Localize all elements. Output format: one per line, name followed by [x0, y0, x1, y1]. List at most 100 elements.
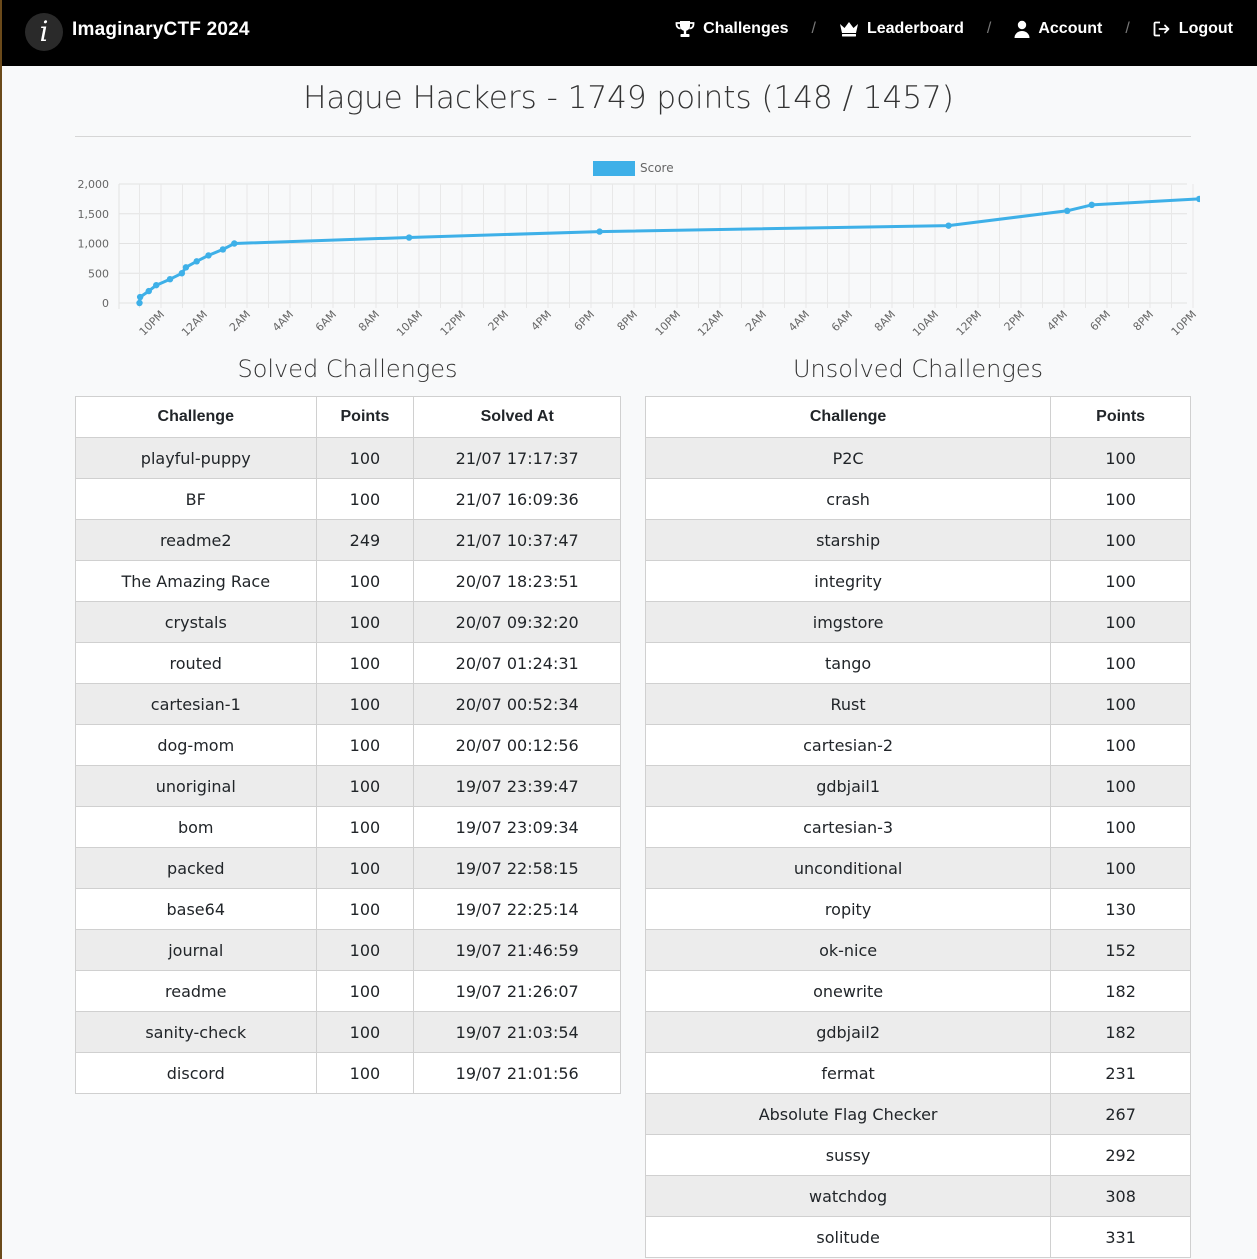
- challenge-name-cell[interactable]: onewrite: [644, 970, 1052, 1012]
- table-row[interactable]: crash 100: [644, 478, 1191, 520]
- table-row[interactable]: readme2 249 21/07 10:37:47: [75, 519, 621, 561]
- challenge-name-cell[interactable]: ok-nice: [644, 929, 1052, 971]
- challenge-name-cell[interactable]: discord: [75, 1052, 317, 1094]
- table-row[interactable]: gdbjail1 100: [644, 765, 1191, 807]
- column-header[interactable]: Challenge: [75, 396, 317, 438]
- solved-at-cell: 19/07 22:25:14: [413, 888, 621, 930]
- table-row[interactable]: readme 100 19/07 21:26:07: [75, 970, 621, 1012]
- challenge-name-cell[interactable]: cartesian-2: [644, 724, 1052, 766]
- challenge-name-cell[interactable]: unoriginal: [75, 765, 317, 807]
- challenge-name-cell[interactable]: readme2: [75, 519, 317, 561]
- user-icon: [1014, 20, 1030, 38]
- brand-logo[interactable]: i: [25, 13, 63, 51]
- table-row[interactable]: cartesian-1 100 20/07 00:52:34: [75, 683, 621, 725]
- challenge-name-cell[interactable]: fermat: [644, 1052, 1052, 1094]
- table-row[interactable]: dog-mom 100 20/07 00:12:56: [75, 724, 621, 766]
- table-row[interactable]: Absolute Flag Checker 267: [644, 1093, 1191, 1135]
- points-cell: 100: [315, 847, 415, 889]
- challenge-name-cell[interactable]: watchdog: [644, 1175, 1052, 1217]
- brand-name[interactable]: ImaginaryCTF 2024: [72, 19, 250, 41]
- nav-account-label: Account: [1038, 20, 1103, 37]
- challenge-name-cell[interactable]: solitude: [644, 1216, 1052, 1258]
- challenge-name-cell[interactable]: packed: [75, 847, 317, 889]
- table-row[interactable]: ok-nice 152: [644, 929, 1191, 971]
- table-row[interactable]: fermat 231: [644, 1052, 1191, 1094]
- nav-logout[interactable]: Logout: [1153, 20, 1233, 38]
- table-row[interactable]: crystals 100 20/07 09:32:20: [75, 601, 621, 643]
- challenge-name-cell[interactable]: base64: [75, 888, 317, 930]
- challenge-name-cell[interactable]: journal: [75, 929, 317, 971]
- points-cell: 100: [1050, 806, 1191, 848]
- challenge-name-cell[interactable]: unconditional: [644, 847, 1052, 889]
- table-row[interactable]: sanity-check 100 19/07 21:03:54: [75, 1011, 621, 1053]
- x-tick-label: 10AM: [394, 308, 425, 339]
- table-row[interactable]: cartesian-2 100: [644, 724, 1191, 766]
- table-row[interactable]: unconditional 100: [644, 847, 1191, 889]
- challenge-name-cell[interactable]: playful-puppy: [75, 437, 317, 479]
- table-row[interactable]: packed 100 19/07 22:58:15: [75, 847, 621, 889]
- challenge-name-cell[interactable]: cartesian-1: [75, 683, 317, 725]
- table-row[interactable]: unoriginal 100 19/07 23:39:47: [75, 765, 621, 807]
- challenge-name-cell[interactable]: P2C: [644, 437, 1052, 479]
- challenge-name-cell[interactable]: dog-mom: [75, 724, 317, 766]
- challenge-name-cell[interactable]: bom: [75, 806, 317, 848]
- challenge-name-cell[interactable]: sussy: [644, 1134, 1052, 1176]
- challenge-name-cell[interactable]: imgstore: [644, 601, 1052, 643]
- x-tick-label: 10PM: [137, 308, 167, 338]
- column-header[interactable]: Challenge: [644, 396, 1052, 438]
- table-row[interactable]: base64 100 19/07 22:25:14: [75, 888, 621, 930]
- table-row[interactable]: P2C 100: [644, 437, 1191, 479]
- table-row[interactable]: The Amazing Race 100 20/07 18:23:51: [75, 560, 621, 602]
- table-row[interactable]: gdbjail2 182: [644, 1011, 1191, 1053]
- nav-account[interactable]: Account: [1014, 20, 1102, 38]
- table-row[interactable]: bom 100 19/07 23:09:34: [75, 806, 621, 848]
- table-row[interactable]: integrity 100: [644, 560, 1191, 602]
- table-row[interactable]: discord 100 19/07 21:01:56: [75, 1052, 621, 1094]
- y-tick-label: 1,500: [78, 208, 110, 221]
- points-cell: 100: [1050, 847, 1191, 889]
- table-row[interactable]: playful-puppy 100 21/07 17:17:37: [75, 437, 621, 479]
- nav-challenges[interactable]: Challenges: [675, 20, 789, 38]
- table-row[interactable]: tango 100: [644, 642, 1191, 684]
- table-row[interactable]: sussy 292: [644, 1134, 1191, 1176]
- table-row[interactable]: watchdog 308: [644, 1175, 1191, 1217]
- challenge-name-cell[interactable]: BF: [75, 478, 317, 520]
- points-cell: 100: [315, 601, 415, 643]
- table-row[interactable]: cartesian-3 100: [644, 806, 1191, 848]
- points-cell: 231: [1050, 1052, 1191, 1094]
- nav-separator: /: [811, 20, 816, 37]
- challenge-name-cell[interactable]: integrity: [644, 560, 1052, 602]
- table-row[interactable]: imgstore 100: [644, 601, 1191, 643]
- challenge-name-cell[interactable]: tango: [644, 642, 1052, 684]
- table-row[interactable]: solitude 331: [644, 1216, 1191, 1258]
- table-row[interactable]: journal 100 19/07 21:46:59: [75, 929, 621, 971]
- challenge-name-cell[interactable]: gdbjail2: [644, 1011, 1052, 1053]
- column-header[interactable]: Solved At: [413, 396, 621, 438]
- x-tick-label: 10PM: [653, 308, 683, 338]
- score-point: [136, 293, 144, 301]
- challenge-name-cell[interactable]: The Amazing Race: [75, 560, 317, 602]
- challenge-name-cell[interactable]: ropity: [644, 888, 1052, 930]
- table-row[interactable]: starship 100: [644, 519, 1191, 561]
- challenge-name-cell[interactable]: gdbjail1: [644, 765, 1052, 807]
- challenge-name-cell[interactable]: sanity-check: [75, 1011, 317, 1053]
- column-header[interactable]: Points: [315, 396, 415, 438]
- table-row[interactable]: ropity 130: [644, 888, 1191, 930]
- challenge-name-cell[interactable]: starship: [644, 519, 1052, 561]
- challenge-name-cell[interactable]: readme: [75, 970, 317, 1012]
- x-tick-label: 12AM: [695, 308, 726, 339]
- challenge-name-cell[interactable]: routed: [75, 642, 317, 684]
- score-point: [1196, 195, 1200, 203]
- solved-heading: Solved Challenges: [237, 355, 458, 383]
- challenge-name-cell[interactable]: crystals: [75, 601, 317, 643]
- challenge-name-cell[interactable]: Absolute Flag Checker: [644, 1093, 1052, 1135]
- nav-leaderboard[interactable]: Leaderboard: [839, 20, 964, 38]
- challenge-name-cell[interactable]: Rust: [644, 683, 1052, 725]
- table-row[interactable]: Rust 100: [644, 683, 1191, 725]
- column-header[interactable]: Points: [1050, 396, 1191, 438]
- table-row[interactable]: routed 100 20/07 01:24:31: [75, 642, 621, 684]
- table-row[interactable]: BF 100 21/07 16:09:36: [75, 478, 621, 520]
- challenge-name-cell[interactable]: cartesian-3: [644, 806, 1052, 848]
- table-row[interactable]: onewrite 182: [644, 970, 1191, 1012]
- challenge-name-cell[interactable]: crash: [644, 478, 1052, 520]
